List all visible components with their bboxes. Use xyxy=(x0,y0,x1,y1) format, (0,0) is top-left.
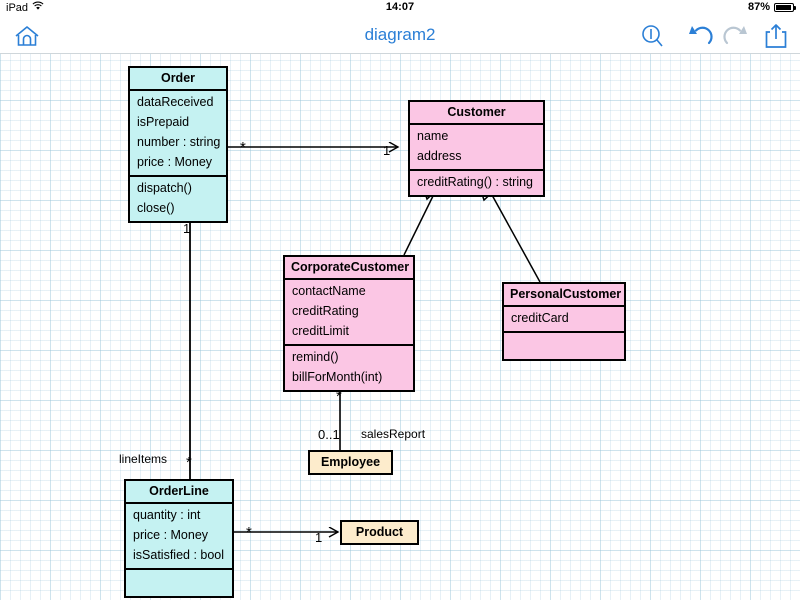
multiplicity-order-orderline-target: * xyxy=(186,454,192,471)
operation: remind() xyxy=(292,350,339,364)
edge-personalcustomer-generalization xyxy=(476,180,541,283)
attribute: creditCard xyxy=(511,311,569,325)
app-root: iPad 14:07 87% diagram2 Order dataReceiv… xyxy=(0,0,800,600)
attribute: name xyxy=(417,129,449,143)
attribute: price : Money xyxy=(137,155,213,169)
attribute: price : Money xyxy=(133,528,209,542)
class-name-corporatecustomer: CorporateCustomer xyxy=(285,257,413,280)
multiplicity-order-orderline-source: 1 xyxy=(183,221,191,236)
role-corporatecustomer-employee: salesReport xyxy=(361,427,426,441)
document-title[interactable]: diagram2 xyxy=(0,25,800,45)
battery-percent-label: 87% xyxy=(747,1,770,13)
class-box-order[interactable]: Order dataReceived isPrepaid number : st… xyxy=(128,66,228,223)
battery-icon xyxy=(774,2,796,12)
operations-order: dispatch() close() xyxy=(130,175,226,221)
multiplicity-orderline-product-target: 1 xyxy=(315,530,323,545)
attributes-personalcustomer: creditCard xyxy=(504,307,624,331)
class-name-order: Order xyxy=(130,68,226,91)
attribute: dataReceived xyxy=(137,95,214,109)
multiplicity-corporatecustomer-employee-target: 0..1 xyxy=(318,427,340,442)
attribute: isPrepaid xyxy=(137,115,190,129)
class-name-orderline: OrderLine xyxy=(126,481,232,504)
class-box-orderline[interactable]: OrderLine quantity : int price : Money i… xyxy=(124,479,234,598)
status-bar-right: 87% xyxy=(747,1,796,13)
status-bar: iPad 14:07 87% xyxy=(0,0,800,15)
operation: billForMonth(int) xyxy=(292,370,383,384)
operations-corporatecustomer: remind() billForMonth(int) xyxy=(285,344,413,390)
class-box-corporatecustomer[interactable]: CorporateCustomer contactName creditRati… xyxy=(283,255,415,392)
attributes-corporatecustomer: contactName creditRating creditLimit xyxy=(285,280,413,344)
class-name-employee: Employee xyxy=(320,455,381,469)
attribute: isSatisfied : bool xyxy=(133,548,225,562)
operation: dispatch() xyxy=(137,181,192,195)
attributes-customer: name address xyxy=(410,125,543,169)
operation: creditRating() : string xyxy=(417,175,534,189)
operations-orderline xyxy=(126,568,232,596)
class-box-product[interactable]: Product xyxy=(340,520,419,545)
attributes-orderline: quantity : int price : Money isSatisfied… xyxy=(126,504,232,568)
multiplicity-corporatecustomer-employee-source: * xyxy=(336,388,342,405)
class-box-personalcustomer[interactable]: PersonalCustomer creditCard xyxy=(502,282,626,361)
battery-fill xyxy=(776,4,791,10)
role-order-orderline: lineItems xyxy=(119,452,168,466)
attributes-order: dataReceived isPrepaid number : string p… xyxy=(130,91,226,175)
class-box-customer[interactable]: Customer name address creditRating() : s… xyxy=(408,100,545,197)
multiplicity-order-customer-source: * xyxy=(240,139,246,156)
class-box-employee[interactable]: Employee xyxy=(308,450,393,475)
multiplicity-orderline-product-source: * xyxy=(246,524,252,541)
multiplicity-order-customer-target: 1 xyxy=(383,143,391,158)
operations-customer: creditRating() : string xyxy=(410,169,543,195)
attribute: address xyxy=(417,149,462,163)
attribute: contactName xyxy=(292,284,366,298)
attribute: creditRating xyxy=(292,304,359,318)
toolbar: diagram2 xyxy=(0,15,800,54)
attribute: quantity : int xyxy=(133,508,201,522)
attribute: creditLimit xyxy=(292,324,349,338)
status-bar-clock: 14:07 xyxy=(385,1,415,13)
class-name-customer: Customer xyxy=(410,102,543,125)
class-name-personalcustomer: PersonalCustomer xyxy=(504,284,624,307)
operations-personalcustomer xyxy=(504,331,624,359)
attribute: number : string xyxy=(137,135,221,149)
diagram-canvas[interactable]: Order dataReceived isPrepaid number : st… xyxy=(0,54,800,600)
class-name-product: Product xyxy=(355,525,404,539)
operation: close() xyxy=(137,201,175,215)
